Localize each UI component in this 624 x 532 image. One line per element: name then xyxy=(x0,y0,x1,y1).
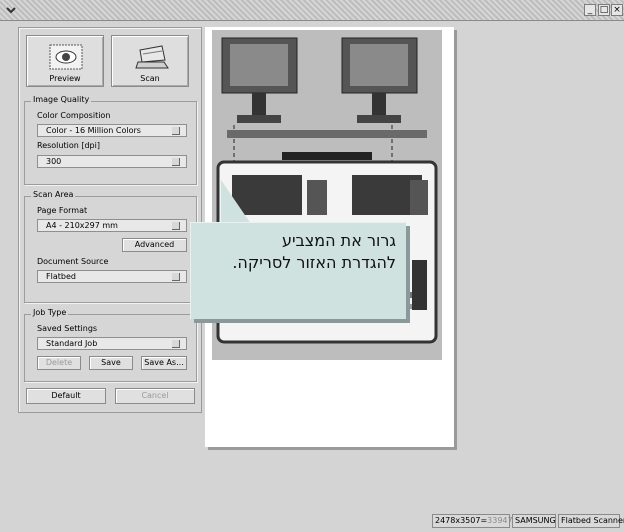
close-icon: × xyxy=(613,4,621,15)
saved-settings-select[interactable]: Standard Job xyxy=(37,337,187,350)
scanner-icon xyxy=(135,45,169,69)
page-format-select[interactable]: A4 - 210x297 mm xyxy=(37,219,187,232)
minimize-icon: _ xyxy=(587,4,593,15)
dropdown-arrow-icon xyxy=(172,273,180,281)
save-as-button[interactable]: Save As... xyxy=(141,356,187,370)
color-composition-value: Color - 16 Million Colors xyxy=(46,126,141,135)
image-size-status: 2478x3507=33947K xyxy=(432,514,518,528)
minimize-button[interactable]: _ xyxy=(584,4,596,16)
preview-label: Preview xyxy=(49,74,81,83)
callout-line-1: גרור את המצביע xyxy=(281,231,396,250)
callout-line-2: להגדרת האזור לסריקה. xyxy=(232,253,396,272)
scan-label: Scan xyxy=(140,74,160,83)
vendor-status: SAMSUNG xyxy=(512,514,556,528)
document-source-value: Flatbed xyxy=(46,272,76,281)
device-status: Flatbed Scanner xyxy=(558,514,624,528)
delete-button[interactable]: Delete xyxy=(37,356,81,370)
window-titlebar[interactable]: _ □ × xyxy=(0,0,624,21)
maximize-button[interactable]: □ xyxy=(598,4,610,16)
maximize-icon: □ xyxy=(599,4,609,15)
resolution-value: 300 xyxy=(46,157,62,166)
page-format-value: A4 - 210x297 mm xyxy=(46,221,118,230)
saved-settings-value: Standard Job xyxy=(46,339,98,348)
cancel-button[interactable]: Cancel xyxy=(115,388,195,404)
dropdown-arrow-icon xyxy=(172,340,180,348)
dropdown-arrow-icon xyxy=(172,222,180,230)
document-source-select[interactable]: Flatbed xyxy=(37,270,187,283)
scan-button[interactable]: Scan xyxy=(111,35,189,87)
scan-area-group: Scan Area Page Format A4 - 210x297 mm Ad… xyxy=(24,190,197,303)
image-quality-heading: Image Quality xyxy=(31,95,92,104)
chevron-down-icon[interactable] xyxy=(6,5,16,15)
close-button[interactable]: × xyxy=(611,4,623,16)
callout-pointer xyxy=(221,180,251,224)
preview-icon xyxy=(49,44,83,70)
image-quality-group: Image Quality Color Composition Color - … xyxy=(24,95,197,185)
job-type-heading: Job Type xyxy=(31,308,69,317)
scan-area-heading: Scan Area xyxy=(31,190,76,199)
dropdown-arrow-icon xyxy=(172,158,180,166)
dropdown-arrow-icon xyxy=(172,127,180,135)
resolution-label: Resolution [dpi] xyxy=(37,141,100,150)
color-composition-label: Color Composition xyxy=(37,111,111,120)
color-composition-select[interactable]: Color - 16 Million Colors xyxy=(37,124,187,137)
default-button[interactable]: Default xyxy=(26,388,106,404)
resolution-select[interactable]: 300 xyxy=(37,155,187,168)
page-format-label: Page Format xyxy=(37,206,88,215)
image-dimensions: 2478x3507= xyxy=(435,516,488,525)
settings-panel: Preview Scan Image Quality Color Composi… xyxy=(18,27,202,413)
instruction-callout: גרור את המצביע להגדרת האזור לסריקה. xyxy=(190,222,406,319)
job-type-group: Job Type Saved Settings Standard Job Del… xyxy=(24,308,197,382)
preview-button[interactable]: Preview xyxy=(26,35,104,87)
document-source-label: Document Source xyxy=(37,257,109,266)
saved-settings-label: Saved Settings xyxy=(37,324,98,333)
save-button[interactable]: Save xyxy=(89,356,133,370)
advanced-button[interactable]: Advanced xyxy=(122,238,187,252)
